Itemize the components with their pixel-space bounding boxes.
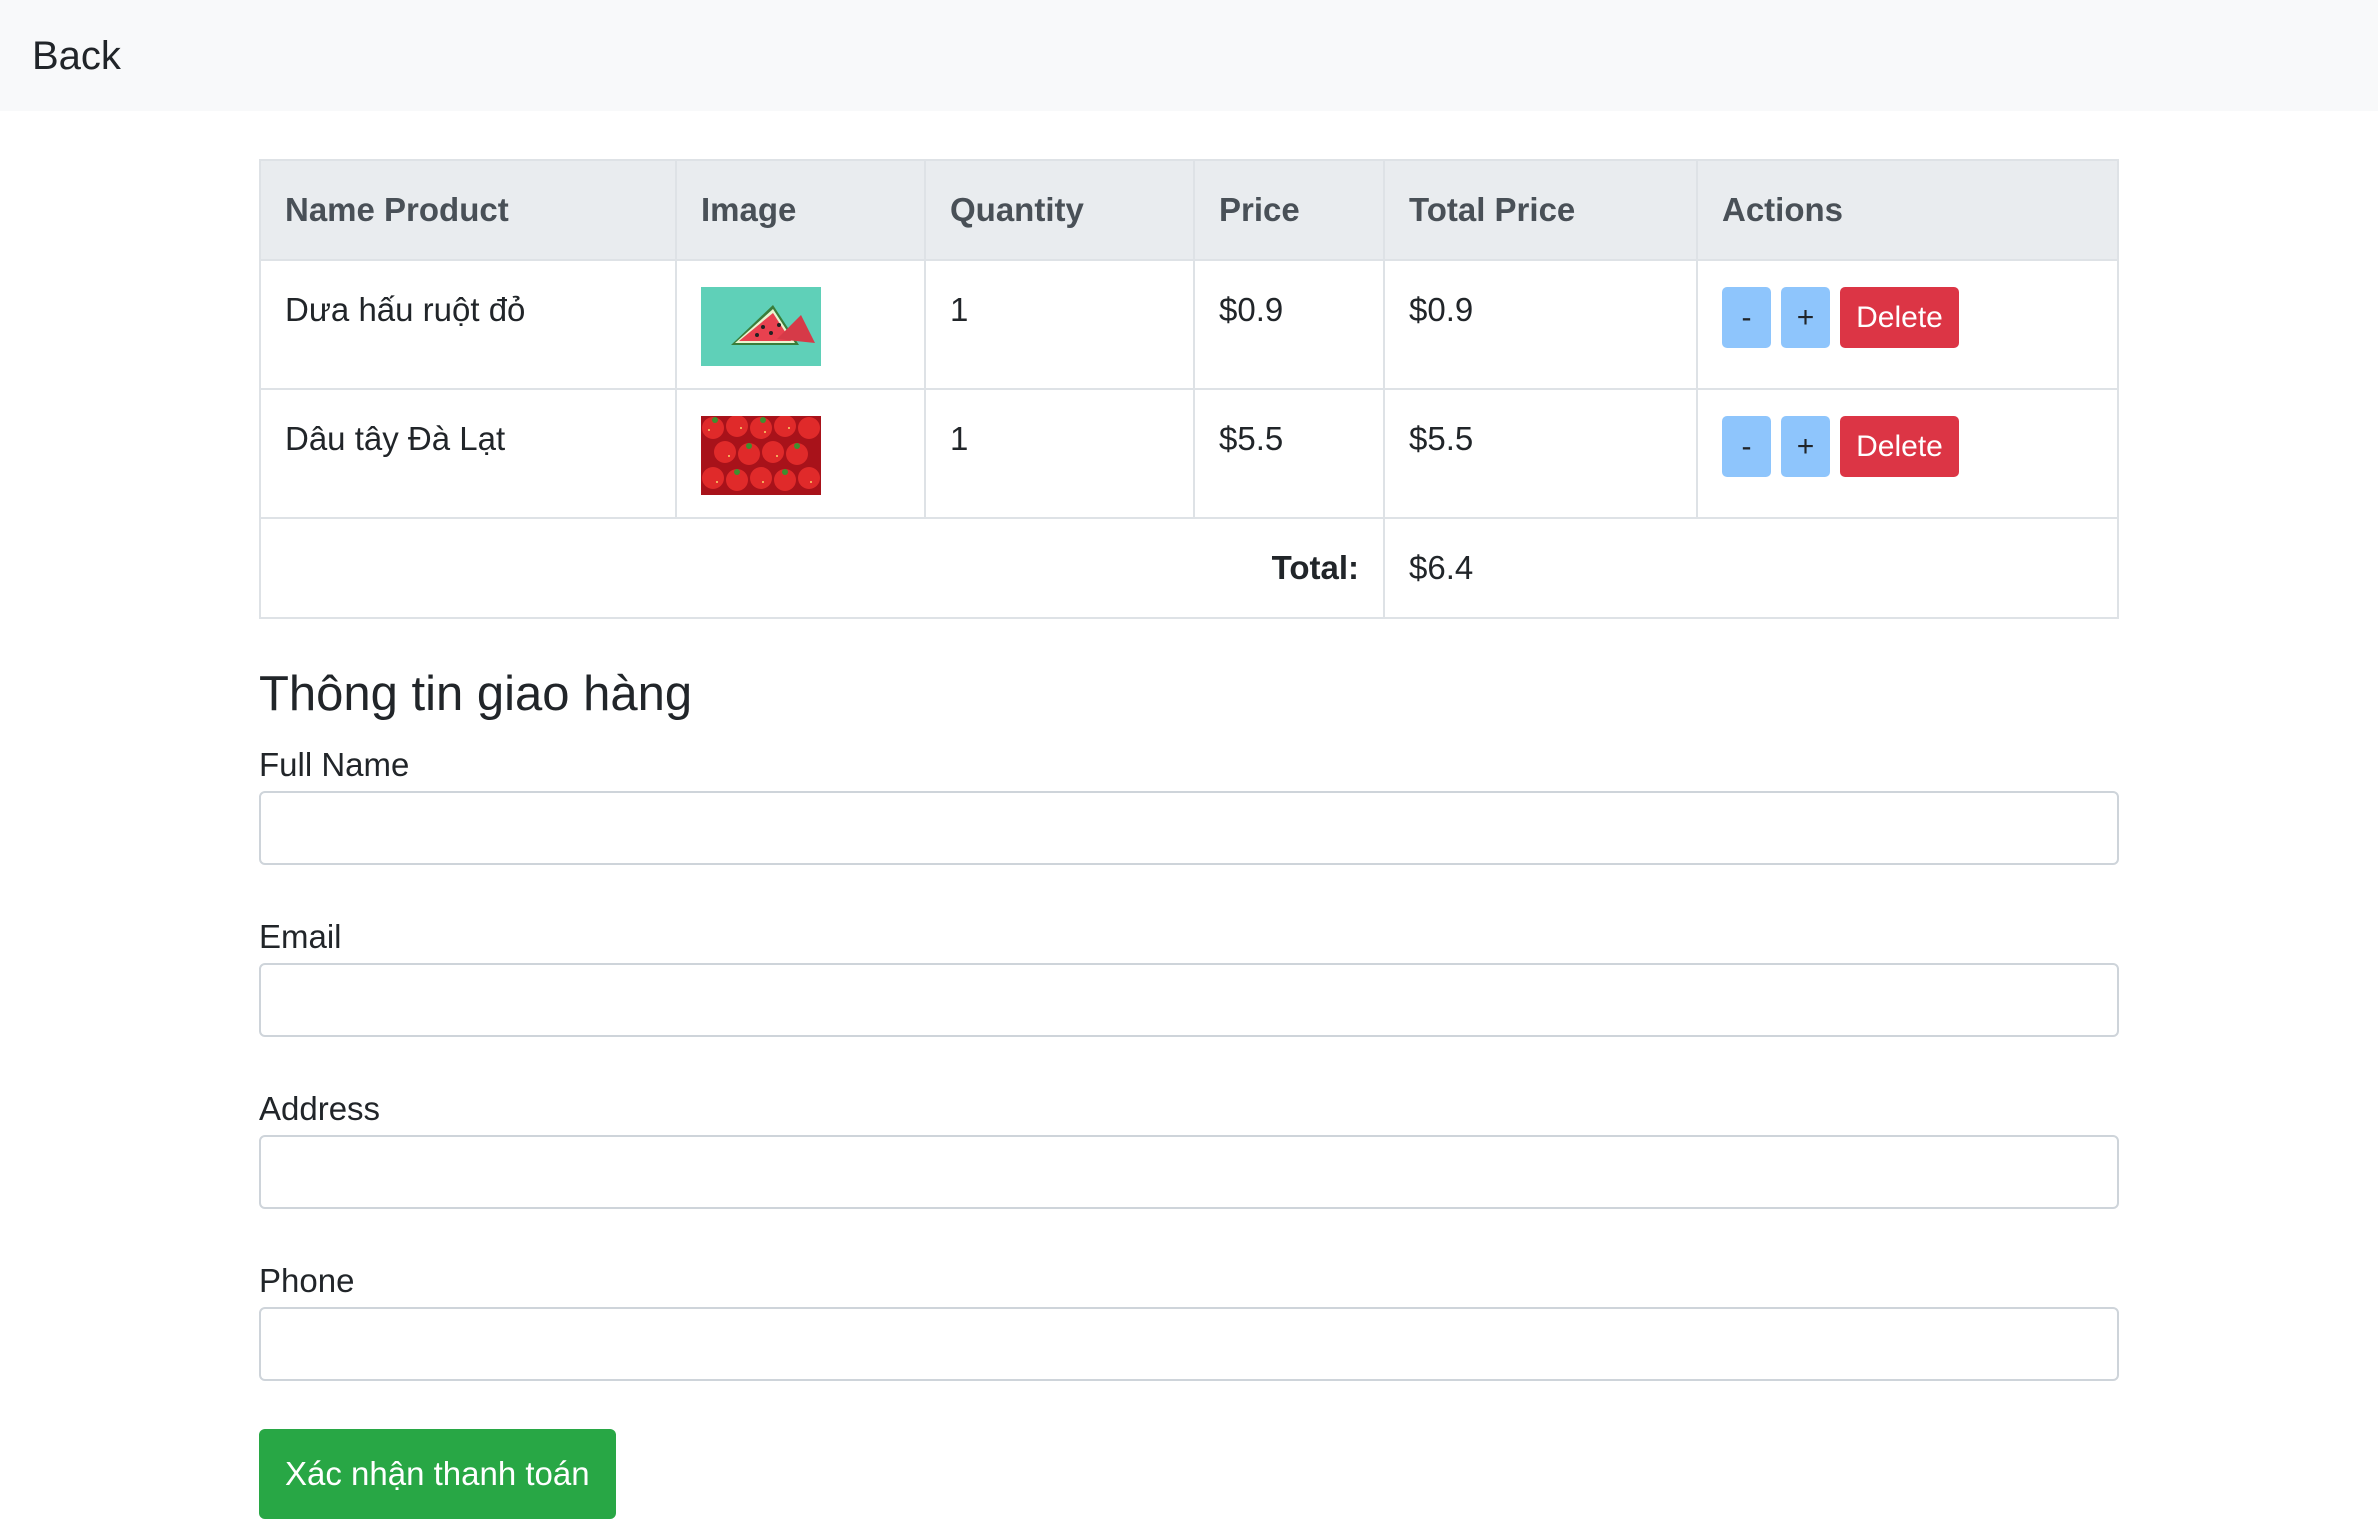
navbar: Back — [0, 0, 2378, 111]
full-name-input[interactable] — [259, 791, 2119, 865]
header-actions: Actions — [1696, 159, 2119, 261]
full-name-group: Full Name — [259, 745, 2119, 865]
product-quantity: 1 — [924, 388, 1195, 519]
full-name-label: Full Name — [259, 746, 410, 783]
product-price: $0.9 — [1193, 259, 1385, 390]
header-price: Price — [1193, 159, 1385, 261]
main-container: Name Product Image Quantity Price Total … — [259, 159, 2119, 1519]
product-actions: - + Delete — [1696, 388, 2119, 519]
address-group: Address — [259, 1089, 2119, 1209]
delete-button[interactable]: Delete — [1840, 287, 1959, 348]
header-image: Image — [675, 159, 926, 261]
back-link[interactable]: Back — [32, 30, 121, 82]
product-image-cell — [675, 388, 926, 519]
table-row: Dưa hấu ruột đỏ 1 $0.9 $0.9 - + Delete — [259, 259, 2119, 390]
phone-input[interactable] — [259, 1307, 2119, 1381]
product-total-price: $5.5 — [1383, 388, 1698, 519]
header-name-product: Name Product — [259, 159, 677, 261]
product-quantity: 1 — [924, 259, 1195, 390]
product-image-cell — [675, 259, 926, 390]
product-total-price: $0.9 — [1383, 259, 1698, 390]
increase-quantity-button[interactable]: + — [1781, 287, 1830, 348]
address-label: Address — [259, 1090, 381, 1127]
table-header-row: Name Product Image Quantity Price Total … — [259, 159, 2119, 261]
total-label: Total: — [259, 517, 1385, 619]
total-row: Total: $6.4 — [259, 517, 2119, 619]
phone-label: Phone — [259, 1262, 355, 1299]
product-actions: - + Delete — [1696, 259, 2119, 390]
total-value: $6.4 — [1383, 517, 2119, 619]
header-quantity: Quantity — [924, 159, 1195, 261]
watermelon-image — [701, 287, 821, 366]
decrease-quantity-button[interactable]: - — [1722, 416, 1771, 477]
confirm-payment-button[interactable]: Xác nhận thanh toán — [259, 1429, 616, 1519]
product-price: $5.5 — [1193, 388, 1385, 519]
product-name: Dâu tây Đà Lạt — [259, 388, 677, 519]
product-name: Dưa hấu ruột đỏ — [259, 259, 677, 390]
cart-table: Name Product Image Quantity Price Total … — [259, 159, 2119, 619]
delete-button[interactable]: Delete — [1840, 416, 1959, 477]
address-input[interactable] — [259, 1135, 2119, 1209]
header-total-price: Total Price — [1383, 159, 1698, 261]
increase-quantity-button[interactable]: + — [1781, 416, 1830, 477]
strawberry-image — [701, 416, 821, 495]
table-row: Dâu tây Đà Lạt 1 $5.5 $5.5 - + Delete — [259, 388, 2119, 519]
phone-group: Phone — [259, 1261, 2119, 1381]
decrease-quantity-button[interactable]: - — [1722, 287, 1771, 348]
email-input[interactable] — [259, 963, 2119, 1037]
email-label: Email — [259, 918, 342, 955]
shipping-title: Thông tin giao hàng — [259, 667, 693, 721]
email-group: Email — [259, 917, 2119, 1037]
